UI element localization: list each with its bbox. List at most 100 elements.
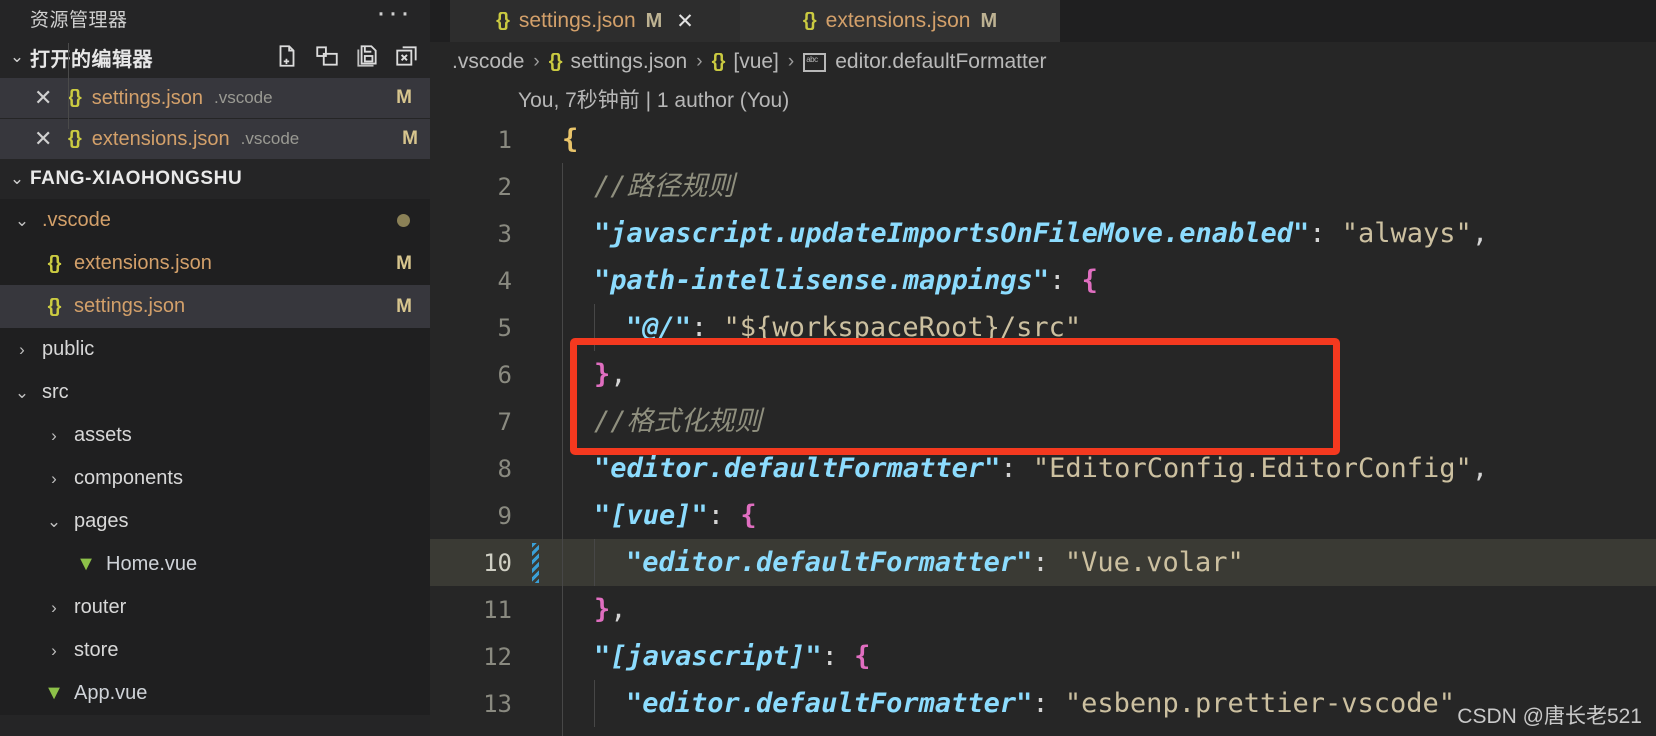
ellipsis-icon[interactable]: ··· — [376, 0, 412, 28]
editor-tab[interactable]: {} extensions.json M — [740, 0, 1060, 42]
code-line[interactable]: 1{ — [430, 116, 1656, 163]
editor-tab-bar: {} settings.json M ✕ {} extensions.json M — [430, 0, 1656, 42]
indent-guide — [594, 304, 595, 351]
indent-guide — [562, 351, 563, 398]
code-line[interactable]: 11}, — [430, 586, 1656, 633]
file-tree: ⌄ .vscode {} extensions.json M {} settings.jso… — [0, 43, 430, 715]
new-file-icon[interactable] — [274, 43, 300, 69]
close-icon[interactable]: ✕ — [34, 128, 68, 150]
code-token: "EditorConfig.EditorConfig" — [1032, 453, 1472, 484]
tree-item-extensionsjson[interactable]: {} extensions.json M — [0, 242, 430, 285]
tree-item-pages[interactable]: ⌄ pages — [0, 500, 430, 543]
breadcrumb-item[interactable]: settings.json — [571, 50, 688, 74]
line-number: 10 — [483, 548, 512, 577]
tree-item-label: .vscode — [42, 209, 111, 231]
code-line[interactable]: 4 "path-intellisense.mappings": { — [430, 257, 1656, 304]
code-token: } — [594, 594, 611, 625]
chevron-down-icon[interactable]: ⌄ — [10, 383, 34, 403]
tree-item-label: router — [74, 596, 127, 618]
chevron-right-icon[interactable]: › — [42, 598, 66, 618]
line-number: 5 — [497, 313, 512, 342]
tree-item-label: public — [42, 338, 95, 360]
explorer-sidebar: 资源管理器 ··· ⌄ 打开的编辑器 ✕ {} settings.json .v… — [0, 0, 430, 736]
code-token: : — [1000, 453, 1033, 484]
tree-item-label: store — [74, 639, 119, 661]
chevron-down-icon[interactable]: ⌄ — [42, 512, 66, 532]
code-token: { — [740, 500, 757, 531]
breadcrumb-item[interactable]: .vscode — [452, 50, 524, 74]
chevron-down-icon[interactable]: ⌄ — [4, 169, 30, 189]
workspace-root-name: FANG-XIAOHONGSHU — [30, 168, 243, 189]
line-number: 2 — [497, 172, 512, 201]
close-icon[interactable]: ✕ — [676, 9, 694, 34]
chevron-right-icon[interactable]: › — [42, 469, 66, 489]
code-token: "always" — [1341, 218, 1472, 249]
code-line[interactable]: 12 "[javascript]": { — [430, 633, 1656, 680]
tree-item-vscode[interactable]: ⌄ .vscode — [0, 199, 430, 242]
code-line-text: //路径规则 — [594, 173, 735, 200]
code-token: : — [691, 312, 724, 343]
breadcrumb-item[interactable]: [vue] — [733, 50, 779, 74]
json-file-icon: {} — [47, 252, 62, 274]
tree-item-homevue[interactable]: ▼ Home.vue — [0, 543, 430, 586]
tree-item-components[interactable]: › components — [0, 457, 430, 500]
tree-item-appvue[interactable]: ▼ App.vue — [0, 672, 430, 715]
status-badge: M — [402, 128, 418, 149]
code-line[interactable]: 9 "[vue]": { — [430, 492, 1656, 539]
explorer-title-bar: 资源管理器 ··· — [0, 0, 430, 36]
indent-guide — [562, 633, 563, 680]
save-all-icon[interactable] — [354, 43, 380, 69]
json-file-icon: {} — [68, 87, 82, 108]
tree-item-label: assets — [74, 424, 132, 446]
open-editor-item[interactable]: ✕{} settings.json .vscode M — [0, 78, 430, 118]
tree-item-store[interactable]: › store — [0, 629, 430, 672]
code-token: //路径规则 — [594, 171, 735, 202]
open-editors-list: ✕{} settings.json .vscode M ✕{} extensions.js… — [0, 78, 430, 159]
indent-guide — [562, 680, 563, 727]
split-editor-icon[interactable] — [314, 43, 340, 69]
code-token: "@/" — [626, 312, 692, 343]
code-line[interactable]: 3 "javascript.updateImportsOnFileMove.ena… — [430, 210, 1656, 257]
line-number: 3 — [497, 219, 512, 248]
close-icon[interactable]: ✕ — [34, 87, 68, 109]
open-editors-header[interactable]: ⌄ 打开的编辑器 — [0, 36, 430, 78]
tree-item-assets[interactable]: › assets — [0, 414, 430, 457]
line-number: 11 — [483, 595, 512, 624]
close-all-icon[interactable] — [394, 43, 420, 69]
code-line-text: "editor.defaultFormatter": "esbenp.prett… — [626, 690, 1455, 717]
indent-guide — [562, 727, 563, 736]
code-token: "esbenp.prettier-vscode" — [1064, 688, 1456, 719]
tree-item-label: pages — [74, 510, 129, 532]
code-line[interactable]: 7 //格式化规则 — [430, 398, 1656, 445]
chevron-down-icon[interactable]: ⌄ — [10, 211, 34, 231]
open-editor-path: .vscode — [240, 129, 300, 148]
code-line[interactable]: 6}, — [430, 351, 1656, 398]
editor-tab-label: extensions.json — [825, 9, 971, 32]
code-token: : — [821, 641, 855, 672]
editor-tab[interactable]: {} settings.json M ✕ — [450, 0, 740, 42]
indent-guide — [562, 492, 563, 539]
code-token: "path-intellisense.mappings" — [594, 265, 1050, 296]
chevron-down-icon[interactable]: ⌄ — [4, 47, 30, 67]
tree-item-src[interactable]: ⌄ src — [0, 371, 430, 414]
chevron-right-icon[interactable]: › — [42, 641, 66, 661]
chevron-right-icon[interactable]: › — [42, 426, 66, 446]
code-line-text: "editor.defaultFormatter": "Vue.volar" — [626, 549, 1244, 576]
code-line[interactable]: 2 //路径规则 — [430, 163, 1656, 210]
json-file-icon: {} — [548, 51, 563, 72]
code-line[interactable]: 8 "editor.defaultFormatter": "EditorConfi… — [430, 445, 1656, 492]
code-line[interactable]: 10 "editor.defaultFormatter": "Vue.volar" — [430, 539, 1656, 586]
tree-item-label: components — [74, 467, 183, 489]
tree-item-settingsjson[interactable]: {} settings.json M — [0, 285, 430, 328]
chevron-right-icon[interactable]: › — [10, 340, 34, 360]
workspace-root-header[interactable]: ⌄ FANG-XIAOHONGSHU — [0, 159, 430, 199]
tree-item-router[interactable]: › router — [0, 586, 430, 629]
code-token: : — [1032, 547, 1065, 578]
json-file-icon: {} — [47, 295, 62, 317]
open-editor-item[interactable]: ✕{} extensions.json .vscode M — [0, 119, 430, 159]
breadcrumb-item[interactable]: editor.defaultFormatter — [835, 50, 1046, 74]
code-line[interactable]: 5 "@/": "${workspaceRoot}/src" — [430, 304, 1656, 351]
tree-item-public[interactable]: › public — [0, 328, 430, 371]
line-number: 4 — [497, 266, 512, 295]
code-token: { — [1081, 265, 1098, 296]
